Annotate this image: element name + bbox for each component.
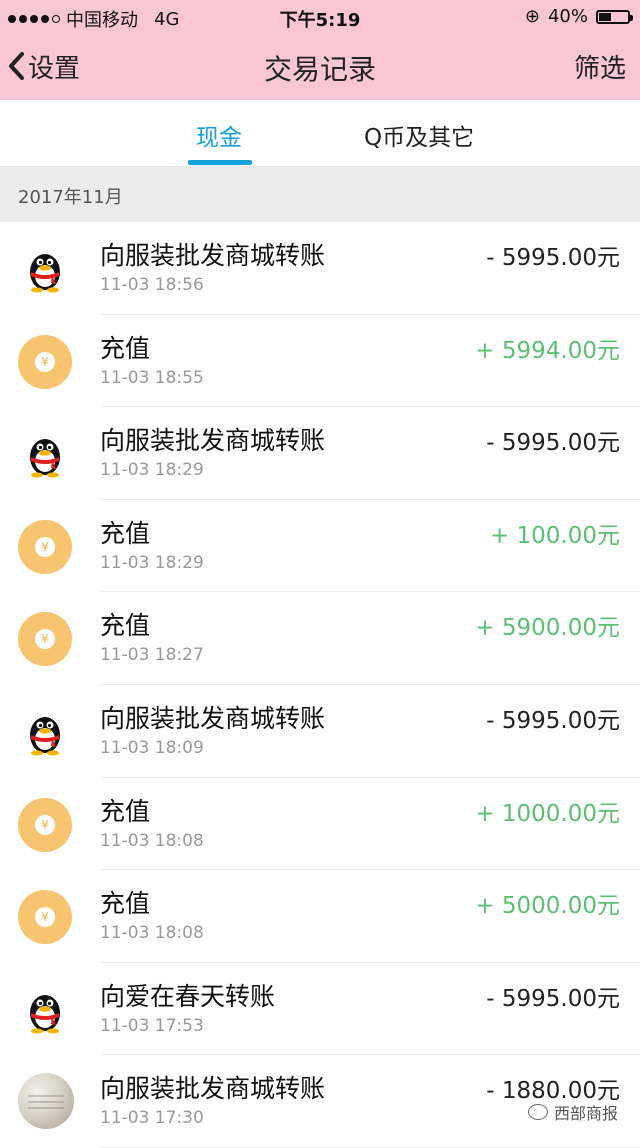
transaction-time: 11-03 18:09 bbox=[100, 737, 204, 758]
transaction-amount: + 5994.00元 bbox=[475, 337, 620, 364]
coin-icon: ¥ bbox=[18, 612, 72, 667]
coin-icon: ¥ bbox=[18, 890, 72, 945]
transaction-amount: - 5995.00元 bbox=[486, 985, 620, 1012]
navigation-bar: 设置 交易记录 筛选 bbox=[0, 34, 640, 100]
coin-icon: ¥ bbox=[18, 334, 72, 389]
transaction-amount: + 5000.00元 bbox=[475, 893, 620, 920]
transaction-amount: - 5995.00元 bbox=[486, 707, 620, 734]
transaction-time: 11-03 17:53 bbox=[100, 1015, 204, 1036]
wechat-icon bbox=[527, 1104, 548, 1120]
transaction-row[interactable]: 向服装批发商城转账 11-03 18:09 - 5995.00元 bbox=[0, 684, 640, 778]
active-tab-indicator bbox=[188, 160, 252, 165]
transaction-time: 11-03 17:30 bbox=[100, 1108, 204, 1129]
coin-icon: ¥ bbox=[18, 797, 72, 852]
transaction-time: 11-03 18:29 bbox=[100, 552, 204, 573]
status-bar: 中国移动 4G 下午5:19 ⊕ 40% bbox=[0, 0, 640, 34]
watermark: 西部商报 bbox=[527, 1100, 618, 1124]
battery-percent: 40% bbox=[547, 6, 588, 27]
transaction-title: 向服装批发商城转账 bbox=[100, 241, 326, 270]
page-title: 交易记录 bbox=[263, 53, 376, 86]
transaction-amount: + 5900.00元 bbox=[475, 615, 620, 642]
transaction-amount: + 1000.00元 bbox=[475, 800, 620, 827]
transaction-time: 11-03 18:08 bbox=[100, 830, 204, 851]
transaction-row[interactable]: 向爱在春天转账 11-03 17:53 - 5995.00元 bbox=[0, 962, 640, 1056]
transaction-amount: - 5995.00元 bbox=[486, 245, 620, 271]
tab-cash[interactable]: 现金 bbox=[196, 118, 242, 152]
transaction-title: 充值 bbox=[100, 889, 151, 919]
battery-icon bbox=[596, 9, 633, 24]
tab-bar: 现金 Q币及其它 bbox=[0, 100, 640, 167]
transaction-row[interactable]: 向服装批发商城转账 11-03 18:29 - 5995.00元 bbox=[0, 407, 640, 500]
transaction-row[interactable]: ¥ 充值 11-03 18:55 + 5994.00元 bbox=[0, 314, 640, 408]
qq-penguin-icon bbox=[30, 994, 60, 1034]
transaction-row[interactable]: 向服装批发商城转账 11-03 18:56 - 5995.00元 bbox=[0, 222, 640, 315]
transaction-time: 11-03 18:55 bbox=[100, 367, 204, 388]
transaction-title: 向服装批发商城转账 bbox=[100, 426, 326, 456]
transaction-amount: + 100.00元 bbox=[489, 522, 620, 549]
filter-button[interactable]: 筛选 bbox=[574, 48, 626, 85]
month-label: 2017年11月 bbox=[18, 187, 123, 208]
transaction-title: 充值 bbox=[100, 333, 151, 363]
transaction-title: 向服装批发商城转账 bbox=[100, 703, 326, 733]
photo-avatar bbox=[18, 1073, 74, 1130]
qq-penguin-icon bbox=[30, 254, 60, 293]
transaction-amount: - 5995.00元 bbox=[486, 430, 620, 457]
tab-qcoin-other[interactable]: Q币及其它 bbox=[364, 118, 474, 152]
rotation-lock-icon: ⊕ bbox=[524, 6, 540, 27]
qq-penguin-icon bbox=[30, 439, 60, 478]
transaction-title: 充值 bbox=[100, 518, 151, 548]
status-right: ⊕ 40% bbox=[524, 6, 633, 27]
transaction-row[interactable]: ¥ 充值 11-03 18:27 + 5900.00元 bbox=[0, 592, 640, 685]
transaction-list: 向服装批发商城转账 11-03 18:56 - 5995.00元 ¥ 充值 11… bbox=[0, 222, 640, 1148]
transaction-row[interactable]: ¥ 充值 11-03 18:08 + 1000.00元 bbox=[0, 777, 640, 871]
transaction-title: 向爱在春天转账 bbox=[100, 981, 276, 1011]
transaction-title: 充值 bbox=[100, 796, 151, 826]
coin-icon: ¥ bbox=[18, 519, 72, 574]
transaction-title: 向服装批发商城转账 bbox=[100, 1074, 326, 1104]
transaction-row[interactable]: ¥ 充值 11-03 18:29 + 100.00元 bbox=[0, 499, 640, 593]
transaction-time: 11-03 18:56 bbox=[100, 275, 204, 295]
transaction-time: 11-03 18:08 bbox=[100, 923, 204, 944]
transaction-title: 充值 bbox=[100, 611, 151, 641]
month-section-header: 2017年11月 bbox=[0, 167, 640, 222]
qq-penguin-icon bbox=[30, 716, 60, 756]
watermark-label: 西部商报 bbox=[553, 1104, 618, 1123]
transaction-time: 11-03 18:27 bbox=[100, 645, 204, 666]
transaction-row[interactable]: ¥ 充值 11-03 18:08 + 5000.00元 bbox=[0, 870, 640, 963]
transaction-time: 11-03 18:29 bbox=[100, 460, 204, 481]
